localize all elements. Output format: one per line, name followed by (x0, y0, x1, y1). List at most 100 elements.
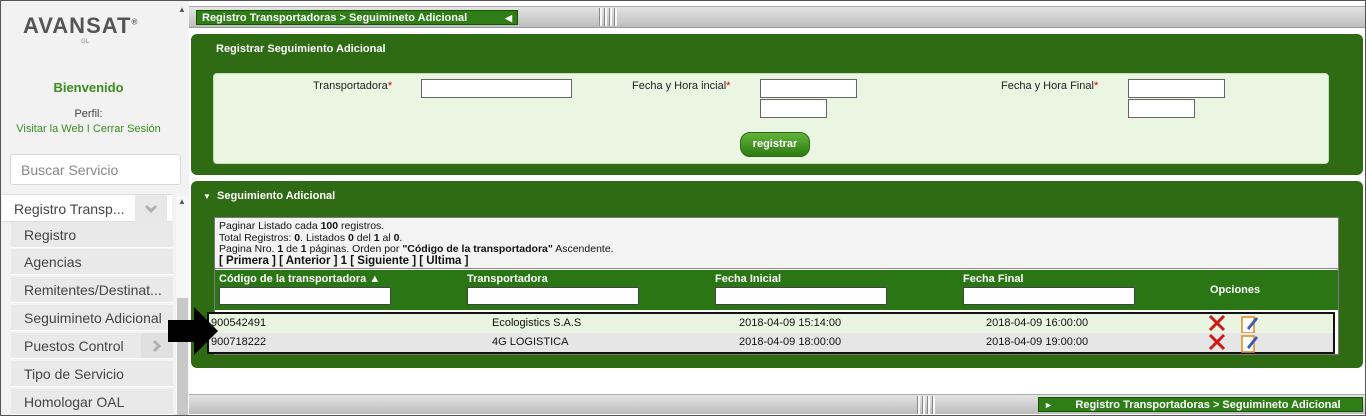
registrar-button[interactable]: registrar (740, 132, 810, 157)
required-mark: * (726, 80, 731, 92)
top-toolbar: Registro Transportadoras > Seguimineto A… (189, 6, 1365, 28)
list-panel-title[interactable]: ▼ Seguimiento Adicional (203, 190, 335, 202)
fecha-final-date-input[interactable] (1128, 79, 1225, 98)
menu-item-puestos-control[interactable]: Puestos Control (11, 333, 173, 359)
menu-item-homologar-oal[interactable]: Homologar OAL (11, 389, 173, 415)
column-header-label: Código de la transportadora (219, 273, 367, 285)
filter-fecha-final-input[interactable] (963, 287, 1135, 305)
delete-x-icon[interactable] (1208, 314, 1226, 332)
sidebar: AVANSAT® GL Bienvenido Perfil: Visitar l… (1, 1, 189, 415)
info-text: Paginar Listado cada (219, 220, 321, 232)
info-text: Ascendente. (552, 243, 614, 255)
required-mark: * (387, 80, 393, 92)
welcome-text: Bienvenido (53, 80, 124, 95)
column-header-codigo[interactable]: Código de la transportadora ▲ (219, 273, 380, 285)
cell-fecha-final: 2018-04-09 19:00:00 (986, 336, 1089, 348)
list-panel: ▼ Seguimiento Adicional Paginar Listado … (191, 181, 1363, 368)
filter-fecha-inicial-input[interactable] (715, 287, 887, 305)
fecha-inicial-time-input[interactable] (760, 99, 827, 118)
cell-transportadora: Ecologistics S.A.S (492, 317, 582, 329)
fecha-final-label: Fecha y Hora Final* (1001, 80, 1098, 92)
transportadora-label: Transportadora* (313, 80, 392, 92)
info-text: Pagina Nro. (219, 243, 278, 255)
menu-section-registro-transportadoras[interactable]: Registro Transp... (2, 194, 172, 222)
menu-item-remitentes[interactable]: Remitentes/Destinat... (11, 277, 173, 303)
transportadora-input[interactable] (421, 79, 572, 98)
info-text: Total Registros: (219, 231, 295, 244)
scroll-up-icon[interactable]: ▲ (178, 5, 186, 14)
breadcrumb-top[interactable]: Registro Transportadoras > Seguimineto A… (196, 10, 518, 25)
scroll-up-icon[interactable]: ▲ (178, 197, 186, 206)
column-header-opciones: Opciones (1210, 284, 1261, 296)
register-form: Transportadora* Fecha y Hora incial* Fec… (213, 73, 1329, 164)
table-row[interactable]: 900718222 4G LOGISTICA 2018-04-09 18:00:… (209, 333, 1333, 353)
fecha-final-label-text: Fecha y Hora Final (1001, 80, 1094, 92)
breadcrumb-bottom[interactable]: ► Registro Transportadoras > Seguimineto… (1038, 397, 1363, 412)
cell-codigo: 900718222 (211, 336, 267, 348)
info-text: . (399, 231, 403, 244)
pager-first-link[interactable]: [ Primera ] (219, 255, 276, 267)
expand-right-icon[interactable]: ► (1044, 398, 1053, 413)
info-text: de (283, 243, 301, 255)
pointer-arrow-icon (168, 307, 218, 355)
list-panel-title-text: Seguimiento Adicional (217, 190, 336, 202)
highlighted-rows: 900542491 Ecologistics S.A.S 2018-04-09 … (207, 312, 1335, 354)
delete-x-icon[interactable] (1208, 333, 1226, 351)
fecha-final-time-input[interactable] (1128, 99, 1195, 118)
search-service-input[interactable] (10, 154, 181, 185)
info-text: . Listados (300, 231, 348, 244)
breadcrumb-text: Registro Transportadoras > Seguimineto A… (1075, 399, 1341, 411)
logo-text: AVANSAT (23, 13, 132, 38)
info-text: al (379, 231, 394, 244)
filter-codigo-input[interactable] (219, 287, 391, 305)
edit-pencil-icon[interactable] (1241, 333, 1259, 353)
menu-item-agencias[interactable]: Agencias (11, 249, 173, 275)
user-links: Visitar la Web I Cerrar Sesión (1, 123, 176, 135)
cell-fecha-final: 2018-04-09 16:00:00 (986, 317, 1089, 329)
column-header-transportadora[interactable]: Transportadora (467, 273, 548, 285)
info-text: páginas. Orden por (306, 243, 403, 255)
collapse-left-icon[interactable]: ◀ (505, 11, 512, 26)
menu-scrollbar[interactable]: ▲ (176, 196, 189, 415)
avansat-logo: AVANSAT® GL (23, 13, 139, 45)
menu-item-registro[interactable]: Registro (11, 222, 173, 248)
cell-fecha-inicial: 2018-04-09 15:14:00 (739, 317, 842, 329)
logo-registered-mark: ® (131, 17, 139, 27)
chevron-down-icon[interactable] (135, 195, 167, 222)
visit-web-link[interactable]: Visitar la Web (16, 123, 83, 135)
info-text: del (353, 231, 374, 244)
transportadora-label-text: Transportadora (313, 80, 388, 92)
logout-link[interactable]: Cerrar Sesión (93, 123, 161, 135)
main-content: Registro Transportadoras > Seguimineto A… (189, 1, 1365, 415)
pager-current-page: 1 (340, 254, 348, 267)
menu-section-label: Registro Transp... (14, 201, 125, 217)
fecha-inicial-date-input[interactable] (760, 79, 857, 98)
collapse-triangle-icon[interactable]: ▼ (203, 192, 211, 201)
pager-last-link[interactable]: [ Ultima ] (419, 255, 468, 267)
filter-transportadora-input[interactable] (467, 287, 639, 305)
results-table: Paginar Listado cada 100 registros. Tota… (207, 217, 1339, 355)
pager-prev-link[interactable]: [ Anterior ] (279, 255, 337, 267)
perfil-label: Perfil: (74, 108, 103, 120)
fecha-inicial-label-text: Fecha y Hora incial (632, 80, 727, 92)
fecha-inicial-label: Fecha y Hora incial* (632, 80, 730, 92)
info-value: "Código de la transportadora" (402, 243, 553, 255)
table-header: Código de la transportadora ▲ Transporta… (215, 270, 1338, 310)
grip-handle-icon[interactable] (917, 396, 943, 414)
grip-handle-icon[interactable] (599, 8, 625, 26)
register-panel: Registrar Seguimiento Adicional Transpor… (191, 34, 1363, 175)
sort-ascending-icon[interactable]: ▲ (369, 273, 380, 285)
cell-transportadora: 4G LOGISTICA (492, 336, 569, 348)
breadcrumb-text: Registro Transportadoras > Seguimineto A… (202, 12, 468, 24)
paging-info: Paginar Listado cada 100 registros. Tota… (215, 218, 1338, 269)
column-header-fecha-inicial[interactable]: Fecha Inicial (715, 273, 781, 285)
pager-next-link[interactable]: [ Siguiente ] (350, 255, 416, 267)
link-separator: I (83, 123, 93, 135)
table-row[interactable]: 900542491 Ecologistics S.A.S 2018-04-09 … (209, 314, 1333, 334)
menu-item-seguimineto-adicional[interactable]: Seguimineto Adicional (11, 305, 173, 331)
column-header-fecha-final[interactable]: Fecha Final (963, 273, 1024, 285)
required-mark: * (1093, 80, 1099, 92)
edit-pencil-icon[interactable] (1241, 314, 1259, 334)
menu-item-tipo-servicio[interactable]: Tipo de Servicio (11, 361, 173, 387)
register-panel-title: Registrar Seguimiento Adicional (216, 43, 386, 55)
